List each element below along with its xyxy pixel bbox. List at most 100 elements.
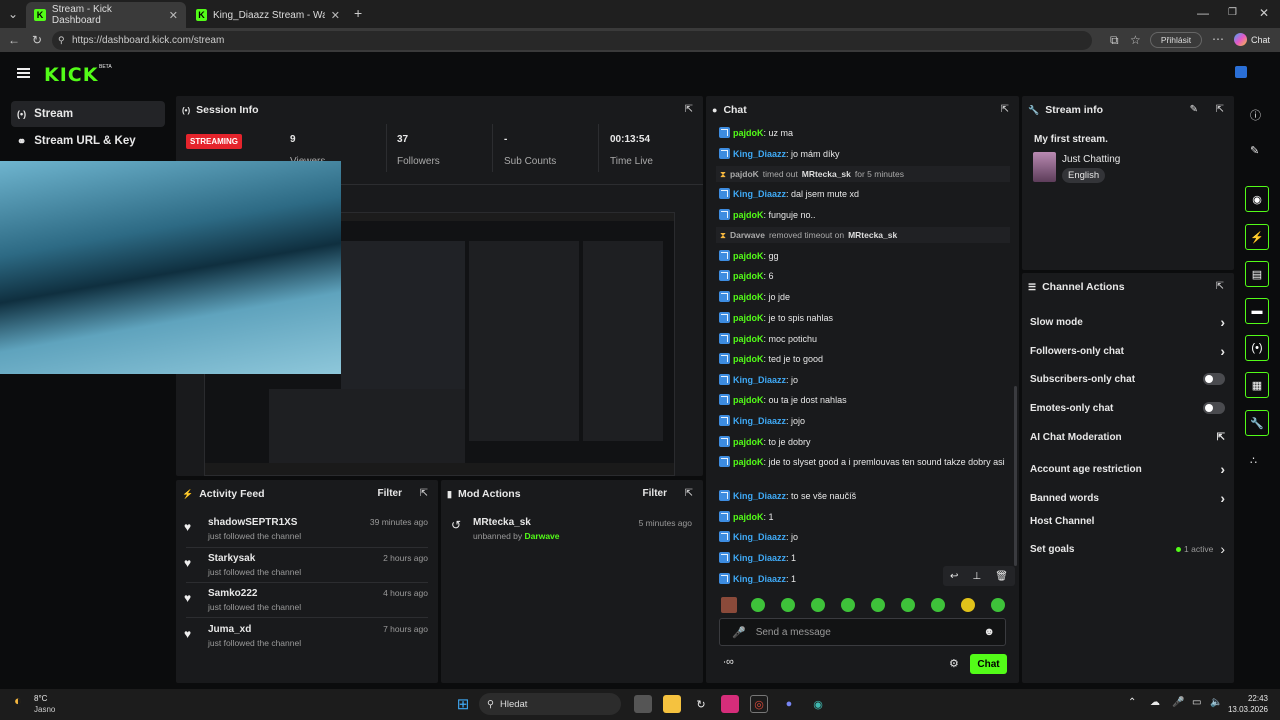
minimize-icon[interactable]: —: [1197, 7, 1209, 19]
file-explorer-icon[interactable]: [663, 695, 681, 713]
chat-settings-icon[interactable]: ⚙: [949, 657, 959, 670]
hamburger-menu-icon[interactable]: [17, 68, 30, 78]
edge-icon[interactable]: ◉: [809, 695, 827, 713]
volume-icon[interactable]: 🔈: [1210, 697, 1222, 708]
pencil-icon[interactable]: ✎: [1250, 144, 1259, 157]
chat-username[interactable]: pajdoK: [733, 354, 764, 364]
expand-icon[interactable]: ⇱: [420, 488, 428, 499]
favorites-icon[interactable]: ☆: [1130, 34, 1141, 46]
chat-username[interactable]: King_Diaazz: [733, 189, 786, 199]
banned-words-row[interactable]: Banned words ›: [1030, 490, 1225, 506]
trash-icon[interactable]: 🗑: [995, 571, 1008, 582]
more-menu-icon[interactable]: ⋯: [1212, 33, 1224, 45]
chat-username[interactable]: King_Diaazz: [733, 149, 786, 159]
close-tab-icon[interactable]: ✕: [169, 9, 178, 22]
close-tab-icon[interactable]: ✕: [331, 9, 340, 22]
chat-scrollbar[interactable]: [1014, 386, 1017, 566]
clock-time[interactable]: 22:43: [1224, 694, 1268, 703]
set-goals-row[interactable]: Set goals 1 active ›: [1030, 541, 1225, 557]
chat-username[interactable]: pajdoK: [733, 313, 764, 323]
emote-thumb[interactable]: [721, 597, 737, 613]
chat-input[interactable]: 🎤 Send a message ☻: [719, 618, 1006, 646]
rail-button-lightning[interactable]: ⚡: [1245, 224, 1269, 250]
network-icon[interactable]: ▭: [1192, 697, 1201, 708]
emotes-only-row[interactable]: Emotes-only chat: [1030, 402, 1225, 414]
sidebar-item-stream[interactable]: (•) Stream: [11, 101, 165, 127]
host-channel-row[interactable]: Host Channel: [1030, 516, 1225, 527]
followers-only-row[interactable]: Followers-only chat ›: [1030, 343, 1225, 359]
emote-icon[interactable]: [901, 598, 915, 612]
emote-icon[interactable]: [991, 598, 1005, 612]
emotes-only-toggle[interactable]: [1203, 402, 1225, 414]
task-view-icon[interactable]: [634, 695, 652, 713]
chat-username[interactable]: pajdoK: [733, 512, 764, 522]
rail-button-broadcast[interactable]: (•): [1245, 335, 1269, 361]
expand-icon[interactable]: ⇱: [1216, 104, 1224, 115]
reply-icon[interactable]: ↩: [950, 571, 958, 582]
new-tab-icon[interactable]: +: [354, 6, 362, 20]
emote-icon[interactable]: [751, 598, 765, 612]
instagram-icon[interactable]: [721, 695, 739, 713]
subscribers-only-toggle[interactable]: [1203, 373, 1225, 385]
refresh-icon[interactable]: ↻: [32, 34, 42, 46]
tab-kick-dashboard[interactable]: K Stream - Kick Dashboard ✕: [26, 2, 186, 28]
sidebar-item-stream-url-key[interactable]: ⚭ Stream URL & Key: [11, 128, 165, 154]
chat-username[interactable]: King_Diaazz: [733, 532, 786, 542]
rail-button-chat[interactable]: ▬: [1245, 298, 1269, 324]
site-info-icon[interactable]: ⚲: [58, 35, 65, 46]
back-icon[interactable]: ←: [8, 34, 20, 46]
cursor-app-icon[interactable]: ↻: [692, 695, 710, 713]
community-icon[interactable]: ∴: [1250, 454, 1257, 467]
expand-icon[interactable]: ⇱: [685, 488, 693, 499]
discord-icon[interactable]: ●: [780, 695, 798, 713]
chat-username[interactable]: pajdoK: [733, 251, 764, 261]
info-icon[interactable]: ⓘ: [1250, 107, 1261, 123]
url-field[interactable]: ⚲ https://dashboard.kick.com/stream: [52, 31, 1092, 50]
emote-icon[interactable]: [781, 598, 795, 612]
chat-username[interactable]: pajdoK: [733, 437, 764, 447]
chat-username[interactable]: King_Diaazz: [733, 416, 786, 426]
copilot-button[interactable]: Chat: [1234, 33, 1270, 46]
chat-username[interactable]: King_Diaazz: [733, 574, 786, 584]
kick-logo[interactable]: KICK: [44, 64, 98, 86]
chat-username[interactable]: King_Diaazz: [733, 553, 786, 563]
user-avatar[interactable]: [1235, 66, 1247, 78]
tab-list-chevron-icon[interactable]: ⌄: [8, 8, 18, 20]
chat-username[interactable]: pajdoK: [733, 334, 764, 344]
pin-icon[interactable]: ⊥: [972, 571, 981, 582]
weather-icon[interactable]: ◐: [14, 693, 22, 708]
mic-tray-icon[interactable]: 🎤: [1172, 697, 1184, 708]
rail-button-notes[interactable]: ▤: [1245, 261, 1269, 287]
close-window-icon[interactable]: ✕: [1259, 7, 1269, 19]
chat-username[interactable]: pajdoK: [733, 395, 764, 405]
slow-mode-row[interactable]: Slow mode ›: [1030, 314, 1225, 330]
expand-icon[interactable]: ⇱: [1216, 281, 1224, 292]
emote-icon[interactable]: [811, 598, 825, 612]
chat-username[interactable]: King_Diaazz: [733, 375, 786, 385]
subscribers-only-row[interactable]: Subscribers-only chat: [1030, 373, 1225, 385]
clock-date[interactable]: 13.03.2026: [1224, 705, 1268, 714]
emote-icon[interactable]: [931, 598, 945, 612]
rail-button-wrench[interactable]: 🔧: [1245, 410, 1269, 436]
tray-chevron-icon[interactable]: ⌃: [1128, 697, 1136, 708]
chat-username[interactable]: pajdoK: [733, 128, 764, 138]
taskbar-search[interactable]: ⚲ Hledat: [479, 693, 621, 715]
maximize-icon[interactable]: ❐: [1228, 7, 1237, 19]
account-age-row[interactable]: Account age restriction ›: [1030, 461, 1225, 477]
chat-username[interactable]: pajdoK: [733, 457, 764, 467]
chat-username[interactable]: King_Diaazz: [733, 491, 786, 501]
profile-button[interactable]: Přihlásit: [1150, 32, 1202, 48]
emote-icon[interactable]: [871, 598, 885, 612]
onedrive-icon[interactable]: ☁: [1150, 697, 1160, 708]
emoji-icon[interactable]: ☻: [983, 626, 995, 638]
mod-filter-button[interactable]: Filter: [643, 488, 667, 499]
chat-username[interactable]: pajdoK: [733, 292, 764, 302]
rail-button-scan[interactable]: ◉: [1245, 186, 1269, 212]
start-icon[interactable]: ⊞: [454, 695, 472, 713]
expand-icon[interactable]: ⇱: [1001, 104, 1009, 115]
expand-icon[interactable]: ⇱: [685, 104, 693, 115]
chat-username[interactable]: pajdoK: [733, 271, 764, 281]
edit-icon[interactable]: ✎: [1190, 104, 1198, 115]
community-points-icon[interactable]: ∙∞: [723, 656, 734, 668]
emote-icon[interactable]: [841, 598, 855, 612]
